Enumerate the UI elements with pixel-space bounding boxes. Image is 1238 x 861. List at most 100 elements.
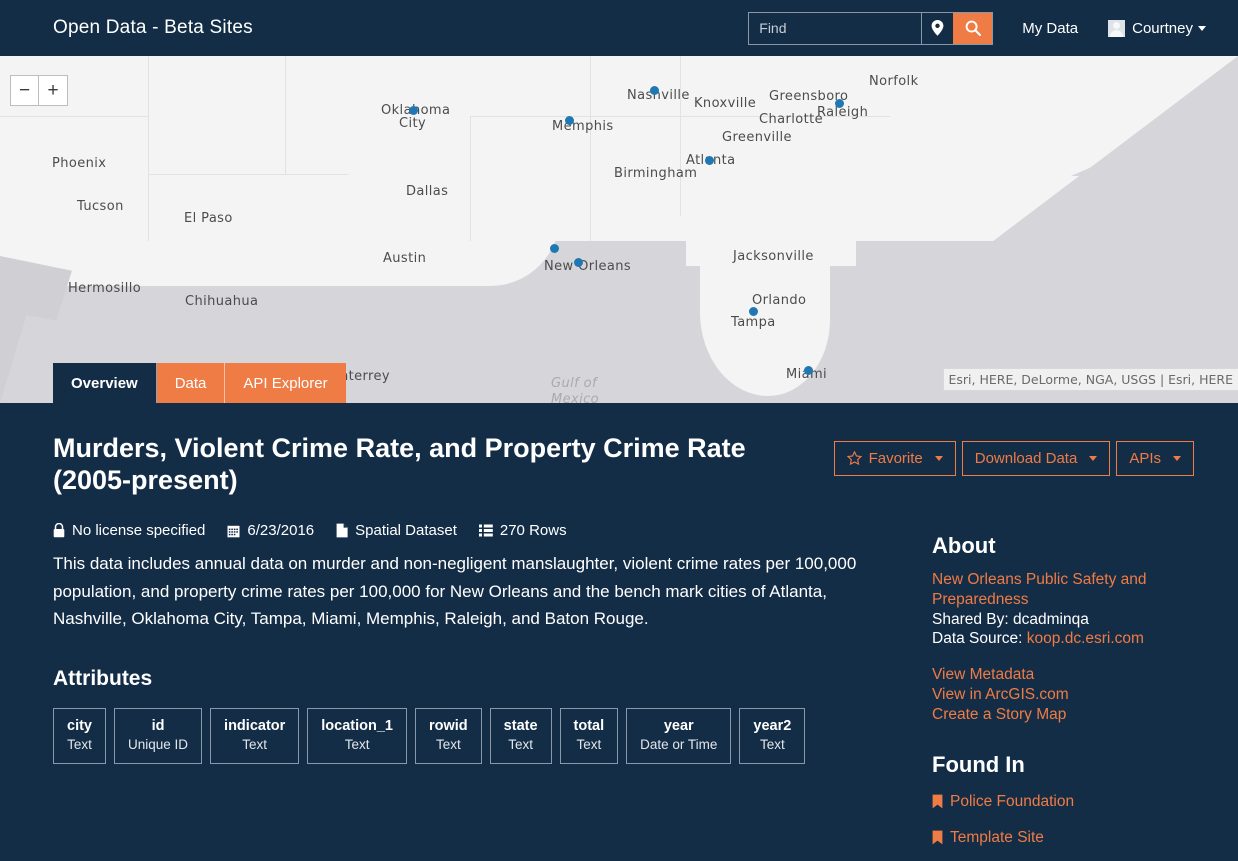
data-source-row: Data Source: koop.dc.esri.com — [932, 629, 1232, 649]
map-marker-miami[interactable] — [804, 366, 813, 375]
map-water-label: Mexico — [551, 392, 600, 403]
map-marker-raleigh[interactable] — [835, 99, 844, 108]
attribute-type: Text — [759, 736, 785, 752]
attribute-name: state — [503, 717, 538, 734]
attribute-name: total — [573, 717, 605, 734]
map-city-label: Tucson — [77, 199, 124, 214]
sidebar-link-view-metadata[interactable]: View Metadata — [932, 665, 1232, 685]
map-city-label: Hermosillo — [68, 281, 142, 296]
map-city-label: El Paso — [184, 211, 233, 226]
zoom-out-button[interactable]: − — [11, 76, 39, 105]
map-city-label: Charlotte — [759, 112, 823, 127]
map-city-label: Chihuahua — [185, 294, 259, 309]
button-label: Download Data — [974, 450, 1078, 467]
attribute-card: indicator Text — [210, 707, 300, 764]
found-in-label: Police Foundation — [950, 792, 1075, 810]
metadata-type: Spatial Dataset — [336, 522, 457, 539]
map-marker-nashville[interactable] — [650, 86, 659, 95]
sidebar-links: View Metadata View in ArcGIS.com Create a … — [932, 665, 1232, 724]
metadata-license: No license specified — [53, 522, 205, 539]
apis-button[interactable]: APIs — [1116, 441, 1194, 476]
map-city-label: Orlando — [752, 293, 807, 308]
attribute-type: Text — [576, 736, 602, 752]
my-data-link[interactable]: My Data — [1022, 20, 1078, 37]
attribute-card: location_1 Text — [307, 707, 407, 764]
tab-overview[interactable]: Overview — [53, 363, 157, 403]
map-marker-atlanta[interactable] — [705, 156, 714, 165]
tab-data[interactable]: Data — [156, 363, 226, 403]
attribute-type: Date or Time — [640, 736, 718, 752]
dataset-metadata-row: No license specified 6/23/2016 Spatial D… — [53, 522, 903, 539]
map-city-label: Greenville — [722, 130, 792, 145]
map-land-texas-gulf — [0, 216, 560, 286]
site-brand-title[interactable]: Open Data - Beta Sites — [53, 17, 253, 39]
metadata-rows: 270 Rows — [478, 522, 567, 539]
found-in-item[interactable]: Template Site — [932, 828, 1232, 848]
map-city-label: New Orleans — [544, 259, 632, 274]
map-marker-memphis[interactable] — [565, 116, 574, 125]
organization-link[interactable]: New Orleans Public Safety and Preparedne… — [932, 570, 1232, 610]
page-title: Murders, Violent Crime Rate, and Propert… — [53, 433, 746, 495]
attribute-card: id Unique ID — [114, 707, 203, 764]
download-data-button[interactable]: Download Data — [961, 441, 1111, 476]
attribute-type: Text — [435, 736, 461, 752]
page-root: Open Data - Beta Sites My Data — [0, 0, 1238, 861]
map-city-label: Phoenix — [52, 156, 107, 171]
attributes-heading: Attributes — [53, 666, 153, 690]
zoom-in-button[interactable]: + — [39, 76, 67, 105]
map-zoom-controls[interactable]: − + — [10, 75, 68, 106]
search-input[interactable] — [749, 12, 922, 44]
chevron-down-icon — [1198, 25, 1206, 31]
attribute-name: rowid — [429, 717, 468, 734]
map-city-label: Raleigh — [817, 105, 869, 120]
search-icon[interactable] — [953, 12, 993, 44]
attribute-card: rowid Text — [415, 707, 482, 764]
map-city-label: Jacksonville — [733, 249, 814, 264]
found-in-label: Template Site — [950, 828, 1044, 846]
search-box — [748, 11, 994, 45]
found-in-item[interactable]: Police Foundation — [932, 792, 1232, 812]
file-icon — [336, 523, 348, 538]
lock-icon — [53, 523, 65, 538]
user-menu[interactable]: Courtney — [1108, 19, 1206, 37]
attribute-card: total Text — [559, 707, 619, 764]
metadata-date: 6/23/2016 — [227, 522, 314, 539]
map-border-1 — [148, 56, 149, 241]
attribute-type: Text — [67, 736, 92, 752]
sidebar-link-view-in-arcgis-com[interactable]: View in ArcGIS.com — [932, 685, 1232, 705]
map-city-label: Memphis — [552, 119, 614, 134]
attribute-card: city Text — [53, 707, 106, 764]
attribute-card: year2 Text — [739, 707, 806, 764]
list-icon — [478, 524, 493, 537]
user-name-label: Courtney — [1132, 19, 1193, 37]
dataset-main-column: Murders, Violent Crime Rate, and Propert… — [53, 433, 903, 764]
map-city-label: Austin — [383, 251, 427, 266]
map-border-2 — [285, 56, 286, 174]
metadata-date-label: 6/23/2016 — [247, 522, 315, 540]
map-city-label: Tampa — [731, 315, 776, 330]
map-marker-new-orleans[interactable] — [550, 244, 559, 253]
dataset-detail-section: Favorite Download Data APIs Murders, Viole… — [0, 403, 1238, 861]
map-city-label: City — [399, 116, 427, 131]
metadata-type-label: Spatial Dataset — [355, 522, 457, 540]
metadata-license-label: No license specified — [72, 522, 206, 540]
sidebar-link-create-a-story-map[interactable]: Create a Story Map — [932, 705, 1232, 725]
map-attribution: Esri, HERE, DeLorme, NGA, USGS | Esri, H… — [942, 368, 1238, 391]
map-viewport[interactable]: − + VegasPhoenixTucsonEl PasoHermosilloC… — [0, 56, 1238, 403]
map-marker-oklahoma-city[interactable] — [409, 106, 418, 115]
attribute-card: state Text — [489, 707, 552, 764]
map-marker-new-orleans-2[interactable] — [574, 258, 583, 267]
tab-api-explorer[interactable]: API Explorer — [225, 363, 346, 403]
map-border-6 — [680, 56, 681, 216]
data-source-link[interactable]: koop.dc.esri.com — [1027, 630, 1144, 647]
button-label: APIs — [1129, 450, 1161, 467]
attribute-type: Text — [508, 736, 533, 752]
found-in-list: Police Foundation Template Site — [932, 792, 1232, 848]
map-city-label: Dallas — [406, 184, 449, 199]
calendar-icon — [227, 525, 240, 537]
map-marker-tampa[interactable] — [749, 307, 758, 316]
chevron-down-icon — [934, 456, 943, 461]
map-pin-icon[interactable] — [921, 12, 953, 44]
attribute-name: indicator — [224, 717, 286, 734]
attribute-name: year — [663, 717, 694, 734]
